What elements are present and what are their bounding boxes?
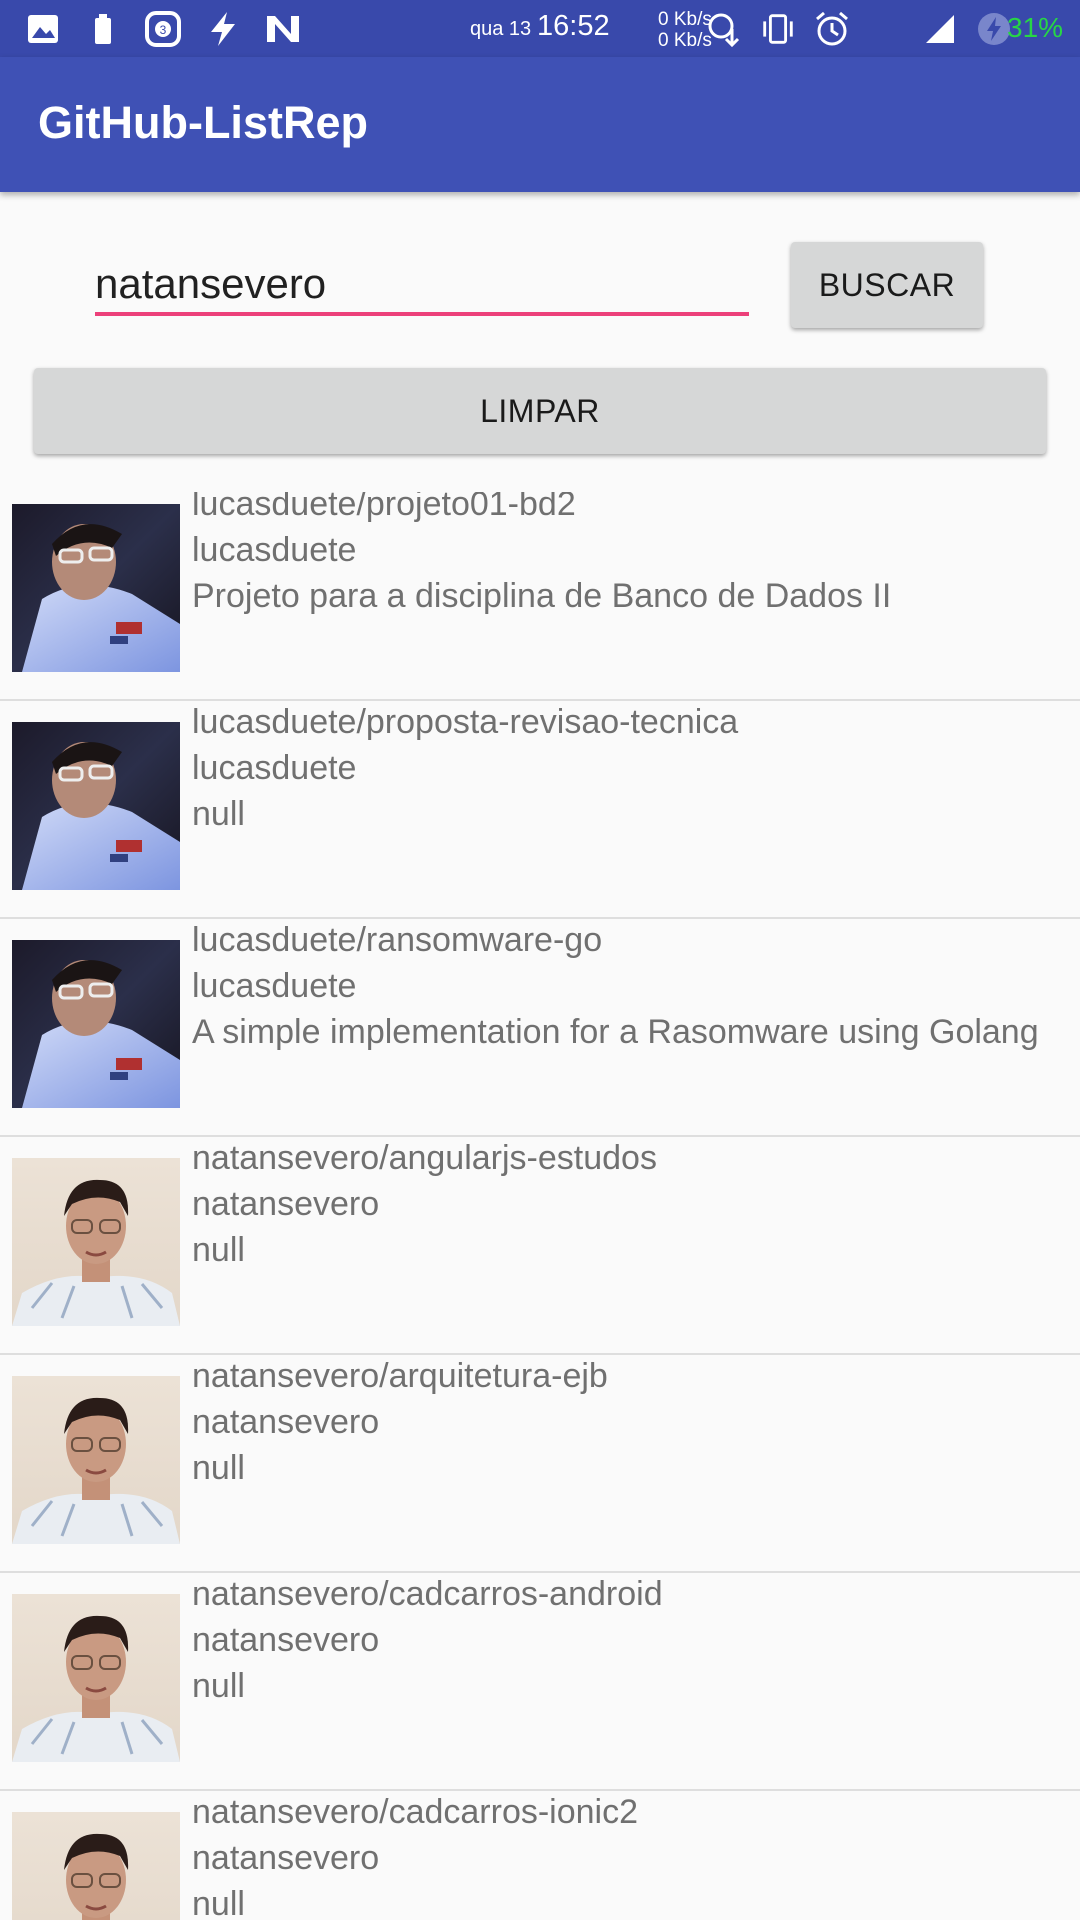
- repo-full-name: natansevero/cadcarros-ionic2: [192, 1793, 639, 1831]
- image-icon: [24, 10, 62, 48]
- repo-description: A simple implementation for a Rasomware …: [192, 1013, 1039, 1051]
- repo-description: null: [192, 1667, 245, 1705]
- repo-full-name: natansevero/arquitetura-ejb: [192, 1357, 608, 1395]
- repo-description: Projeto para a disciplina de Banco de Da…: [192, 577, 892, 615]
- flash-icon: [204, 10, 242, 48]
- search-button[interactable]: BUSCAR: [791, 242, 983, 328]
- wifi-icon: [867, 10, 905, 48]
- clear-button[interactable]: LIMPAR: [34, 368, 1046, 454]
- app-title: GitHub-ListRep: [38, 97, 368, 148]
- repo-owner: natansevero: [192, 1185, 380, 1223]
- natansevero-avatar: [12, 1594, 180, 1762]
- repo-owner: natansevero: [192, 1403, 380, 1441]
- repo-owner: natansevero: [192, 1839, 380, 1877]
- repo-description: null: [192, 795, 245, 833]
- network-speed: 0 Kb/s 0 Kb/s: [658, 9, 712, 51]
- app-toolbar: GitHub-ListRep: [0, 57, 1080, 192]
- repo-list-item[interactable]: natansevero/cadcarros-ionic2 natansevero n…: [0, 1790, 1080, 1920]
- repo-full-name: lucasduete/ransomware-go: [192, 921, 603, 959]
- battery-percent: 31%: [1007, 12, 1064, 43]
- repo-owner: natansevero: [192, 1621, 380, 1659]
- svg-text:3: 3: [160, 23, 167, 37]
- username-search-input[interactable]: [95, 256, 749, 316]
- status-time: 16:52: [537, 10, 610, 42]
- repo-list-item[interactable]: lucasduete/projeto01-bd2 lucasduete Projet…: [0, 492, 1080, 701]
- data-sync-icon: [705, 10, 743, 48]
- repo-owner: lucasduete: [192, 749, 357, 787]
- battery-saver-icon: [84, 10, 122, 48]
- status-bar: 3 qua 13 16:52 0 Kb/s 0 Kb/s 31%: [0, 0, 1080, 57]
- vibrate-icon: [759, 10, 797, 48]
- repository-list[interactable]: lucasduete/projeto01-bd2 lucasduete Projet…: [0, 492, 1080, 1920]
- repo-full-name: lucasduete/projeto01-bd2: [192, 492, 576, 523]
- repo-full-name: natansevero/angularjs-estudos: [192, 1139, 657, 1177]
- lucasduete-avatar: [12, 504, 180, 672]
- signal-icon: [921, 10, 959, 48]
- status-date: qua 13: [470, 18, 532, 40]
- natansevero-avatar: [12, 1812, 180, 1920]
- repo-full-name: natansevero/cadcarros-android: [192, 1575, 663, 1613]
- net-down-text: 0 Kb/s: [658, 30, 712, 51]
- lucasduete-avatar: [12, 722, 180, 890]
- repo-list-item[interactable]: natansevero/angularjs-estudos natansevero…: [0, 1136, 1080, 1355]
- repo-description: null: [192, 1449, 245, 1487]
- repo-list-item[interactable]: natansevero/cadcarros-android natansevero…: [0, 1572, 1080, 1791]
- repo-description: null: [192, 1885, 245, 1920]
- repo-description: null: [192, 1231, 245, 1269]
- instagram-notification-icon: 3: [144, 10, 182, 48]
- alarm-icon: [813, 10, 851, 48]
- repo-list-item[interactable]: lucasduete/proposta-revisao-tecnica lucas…: [0, 700, 1080, 919]
- net-up-text: 0 Kb/s: [658, 9, 712, 30]
- repo-owner: lucasduete: [192, 967, 357, 1005]
- repo-list-item[interactable]: lucasduete/ransomware-go lucasduete A simp…: [0, 918, 1080, 1137]
- repo-list-item[interactable]: natansevero/arquitetura-ejb natansevero nu…: [0, 1354, 1080, 1573]
- natansevero-avatar: [12, 1158, 180, 1326]
- n-app-icon: [264, 10, 302, 48]
- repo-full-name: lucasduete/proposta-revisao-tecnica: [192, 703, 739, 741]
- repo-owner: lucasduete: [192, 531, 357, 569]
- lucasduete-avatar: [12, 940, 180, 1108]
- natansevero-avatar: [12, 1376, 180, 1544]
